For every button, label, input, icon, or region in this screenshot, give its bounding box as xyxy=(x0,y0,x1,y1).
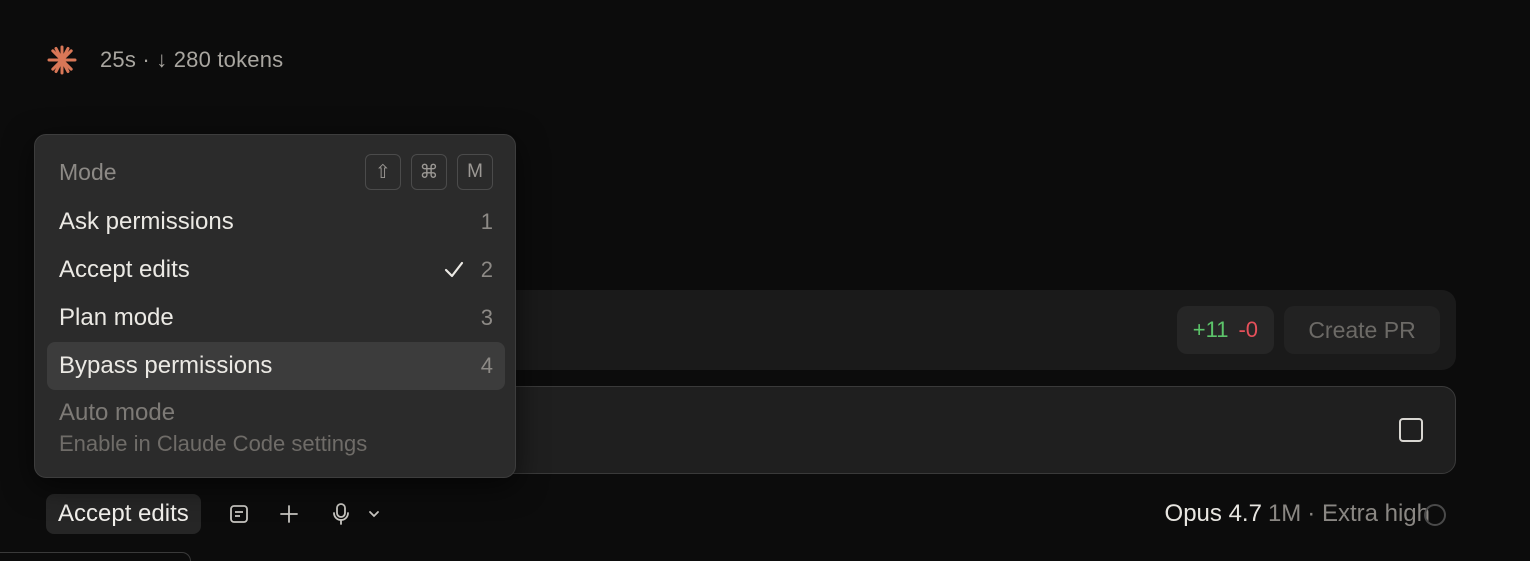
menu-item-ask-permissions[interactable]: Ask permissions 1 xyxy=(47,198,505,246)
shortcut-keys: ⇧ ⌘ M xyxy=(365,154,493,190)
microphone-options-button[interactable] xyxy=(364,494,384,534)
model-context: 1M xyxy=(1267,500,1302,527)
m-key: M xyxy=(457,154,493,190)
notes-icon xyxy=(230,505,248,523)
mode-button[interactable]: Accept edits xyxy=(46,494,201,534)
status-line: 25s · ↓ 280 tokens xyxy=(46,44,283,76)
menu-title: Mode xyxy=(59,159,117,185)
stop-icon[interactable] xyxy=(1399,418,1423,442)
plus-icon xyxy=(280,505,298,523)
menu-item-auto-mode: Auto mode Enable in Claude Code settings xyxy=(59,399,367,457)
auto-mode-label: Auto mode xyxy=(59,399,176,426)
diff-stats[interactable]: +11 -0 xyxy=(1176,306,1274,354)
menu-item-bypass-permissions[interactable]: Bypass permissions 4 xyxy=(47,342,505,390)
add-button[interactable] xyxy=(274,494,304,534)
model-selector[interactable]: Opus 4.7 1M · Extra high xyxy=(1165,494,1430,534)
menu-item-plan-mode[interactable]: Plan mode 3 xyxy=(47,294,505,342)
menu-item-number: 1 xyxy=(480,209,493,234)
changes-bar: +11 -0 Create PR xyxy=(490,290,1456,370)
command-key-icon: ⌘ xyxy=(411,154,447,190)
menu-item-number: 4 xyxy=(480,353,493,378)
microphone-button[interactable] xyxy=(326,494,356,534)
menu-item-label: Ask permissions xyxy=(59,208,234,235)
menu-item-accept-edits[interactable]: Accept edits 2 xyxy=(47,246,505,294)
status-text: 25s · ↓ 280 tokens xyxy=(100,47,284,72)
lines-added: +11 xyxy=(1192,317,1229,342)
menu-item-number: 2 xyxy=(480,257,493,282)
create-pr-button[interactable]: Create PR xyxy=(1284,306,1440,354)
menu-item-label: Plan mode xyxy=(59,304,174,331)
lines-removed: -0 xyxy=(1238,317,1258,342)
microphone-icon xyxy=(333,503,349,525)
model-name: Opus 4.7 xyxy=(1164,500,1262,527)
menu-item-label: Bypass permissions xyxy=(59,352,273,379)
prompt-input[interactable] xyxy=(490,386,1456,474)
model-effort: · Extra high xyxy=(1307,500,1430,527)
shift-key-icon: ⇧ xyxy=(365,154,401,190)
chevron-down-icon xyxy=(369,511,379,518)
checkmark-icon xyxy=(444,261,463,278)
bottom-toolbar: Accept edits Opus 4.7 1M · Extra high xyxy=(46,494,1530,534)
menu-item-number: 3 xyxy=(480,305,493,330)
menu-item-label: Accept edits xyxy=(59,256,190,283)
spark-icon xyxy=(47,45,77,75)
auto-mode-hint: Enable in Claude Code settings xyxy=(59,431,368,456)
context-usage-icon[interactable] xyxy=(1424,504,1446,526)
notes-button[interactable] xyxy=(224,494,254,534)
mode-menu: Mode ⇧ ⌘ M Ask permissions 1 Accept edit… xyxy=(34,134,516,478)
